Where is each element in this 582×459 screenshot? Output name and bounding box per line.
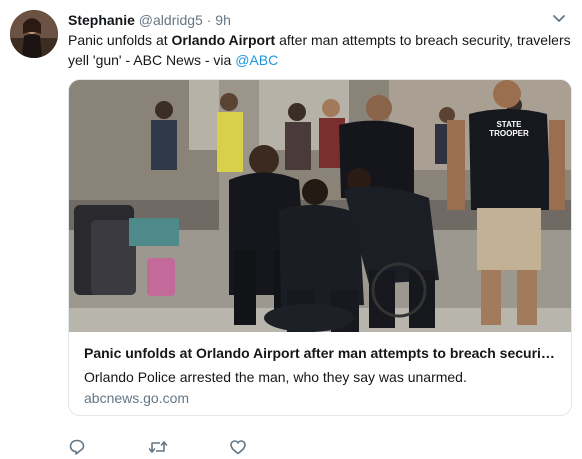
tweet-timestamp[interactable]: 9h [215, 12, 231, 28]
reply-icon [69, 439, 85, 455]
retweet-icon [148, 441, 168, 453]
like-button[interactable] [229, 438, 247, 456]
tweet-text-part: Panic unfolds at [68, 32, 172, 48]
like-icon [230, 440, 246, 455]
chevron-down-icon[interactable] [552, 14, 566, 24]
card-domain: abcnews.go.com [84, 390, 190, 406]
avatar-image [10, 10, 58, 58]
trooper-vest-text-1: STATE [496, 120, 522, 129]
trooper-vest-text-2: TROOPER [489, 129, 529, 138]
tweet-header: Stephanie @aldridg5 · 9h [68, 11, 231, 29]
link-card[interactable]: STATE TROOPER Panic unfolds at Orlando A… [68, 79, 572, 416]
author-name[interactable]: Stephanie [68, 12, 135, 28]
card-description: Orlando Police arrested the man, who the… [84, 369, 467, 385]
author-handle[interactable]: @aldridg5 [139, 12, 203, 28]
card-title[interactable]: Panic unfolds at Orlando Airport after m… [84, 344, 559, 362]
card-image: STATE TROOPER [69, 80, 571, 332]
avatar[interactable] [10, 10, 58, 58]
mention-link[interactable]: @ABC [235, 52, 278, 68]
tweet-text: Panic unfolds at Orlando Airport after m… [68, 30, 573, 70]
reply-button[interactable] [68, 438, 86, 456]
tweet-text-bold: Orlando Airport [171, 32, 276, 48]
retweet-button[interactable] [148, 438, 168, 456]
separator-dot: · [206, 12, 212, 28]
